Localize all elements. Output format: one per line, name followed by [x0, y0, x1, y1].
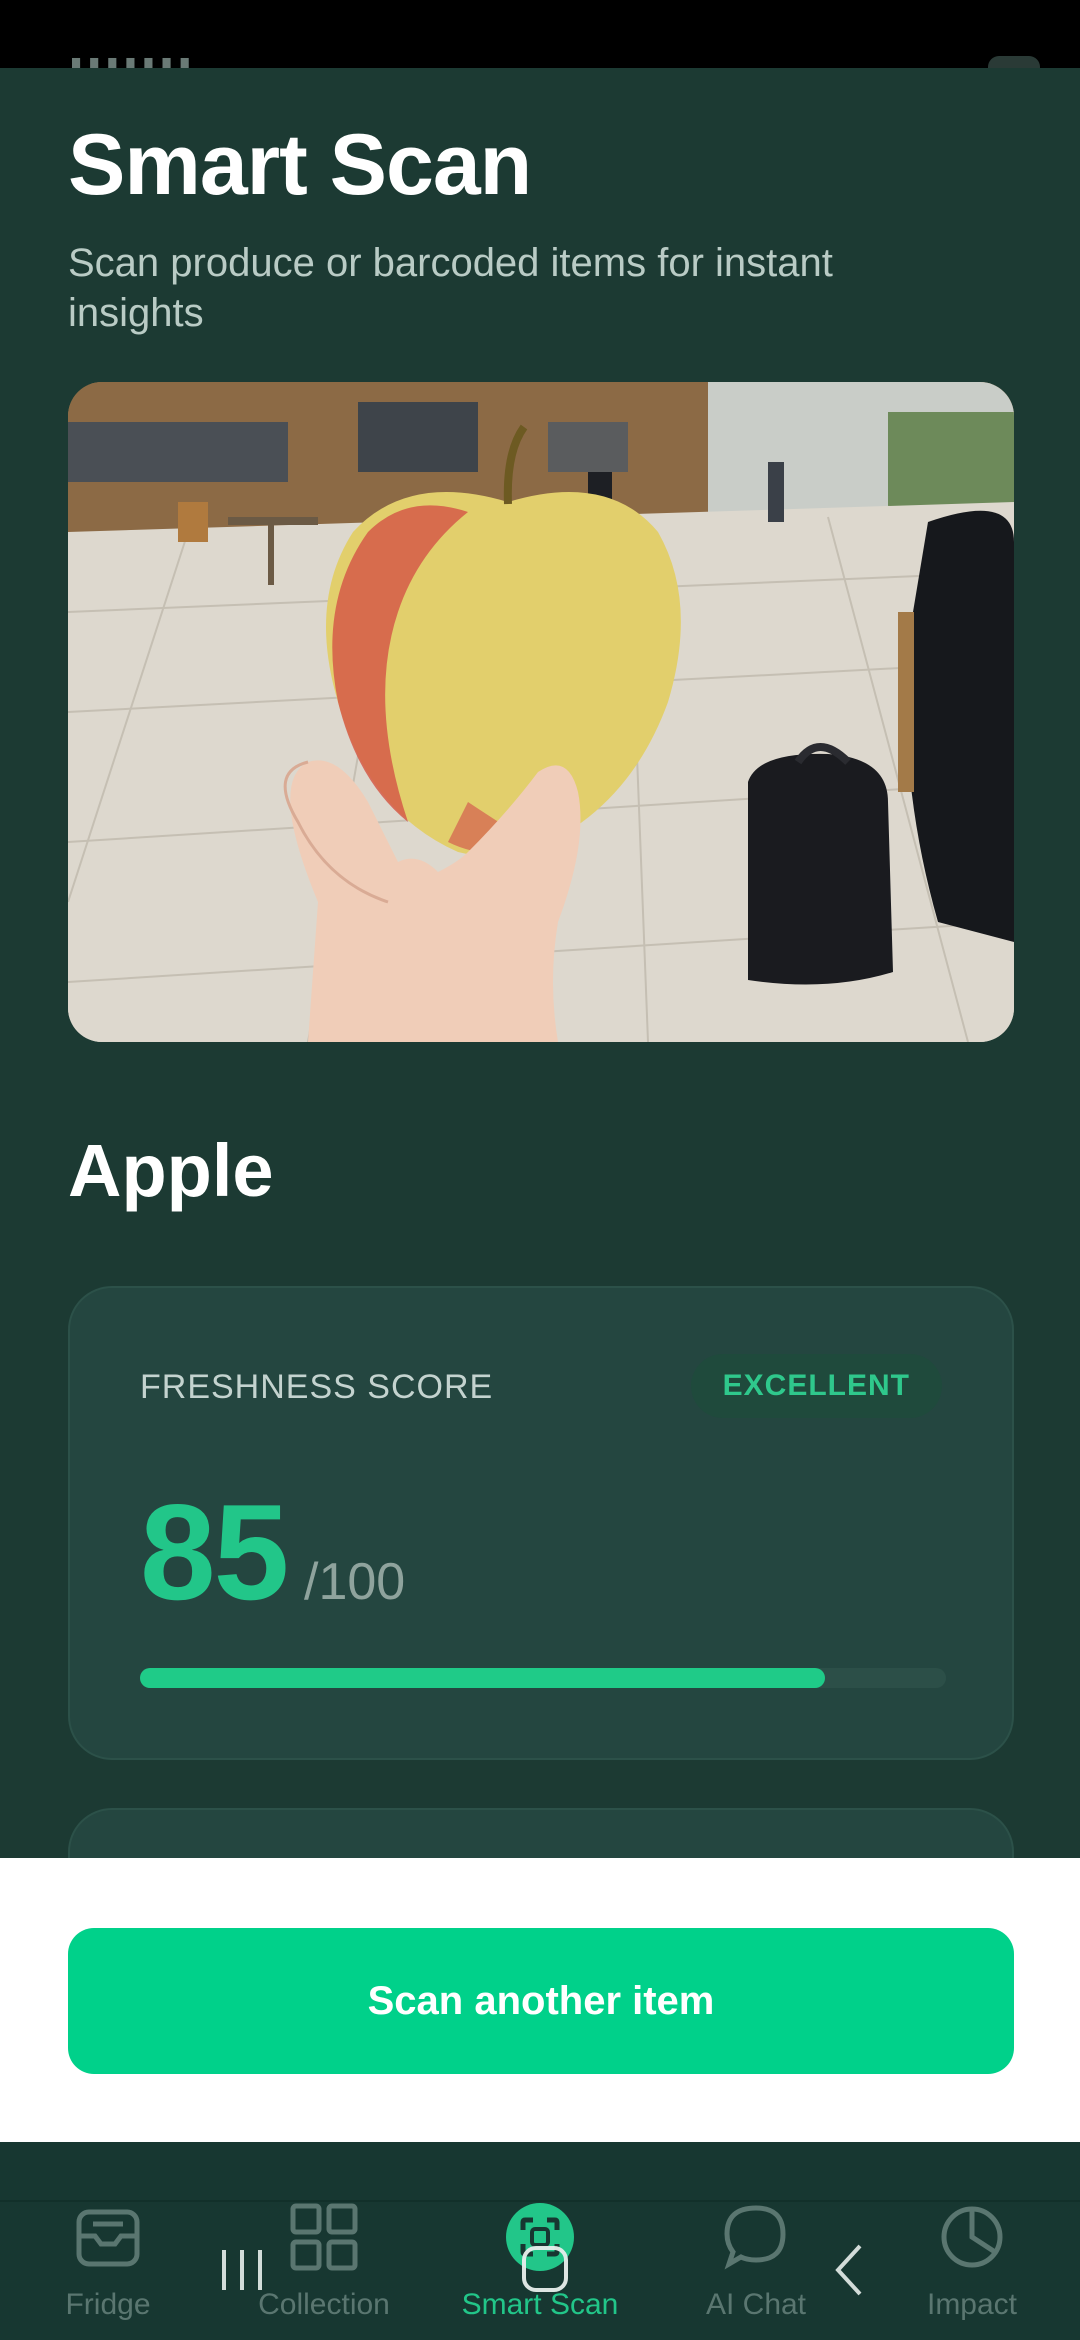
nav-label-smart-scan: Smart Scan — [461, 2288, 619, 2321]
freshness-progress-fill — [140, 1668, 826, 1688]
scan-another-item-button[interactable]: Scan another item — [68, 1928, 1014, 2074]
nav-label-ai-chat: AI Chat — [705, 2288, 807, 2321]
nav-item-collection[interactable]: Collection — [224, 2200, 424, 2340]
scan-icon — [506, 2203, 574, 2271]
battery-icon — [988, 56, 1040, 68]
page-title: Smart Scan — [68, 117, 532, 213]
status-system-icons — [940, 54, 1040, 68]
grid-icon — [290, 2203, 358, 2271]
bottom-nav: Fridge Collection Smart Scan AI Chat Imp… — [0, 2200, 1080, 2340]
freshness-progress-track — [140, 1668, 946, 1688]
nav-item-fridge[interactable]: Fridge — [8, 2200, 208, 2340]
nav-label-fridge: Fridge — [65, 2288, 151, 2321]
nav-item-smart-scan[interactable]: Smart Scan — [440, 2200, 640, 2340]
apple-photo-illustration — [68, 382, 1014, 1042]
scanned-item-photo — [68, 382, 1014, 1042]
smart-scan-page: Smart Scan Scan produce or barcoded item… — [0, 68, 1080, 1928]
chat-bubble-icon — [724, 2205, 786, 2270]
freshness-status-badge: EXCELLENT — [690, 1354, 942, 1418]
nav-item-ai-chat[interactable]: AI Chat — [656, 2200, 856, 2340]
nav-label-collection: Collection — [258, 2288, 390, 2321]
scanned-item-name: Apple — [68, 1129, 274, 1212]
status-notification-icons: ▮▮▮▮▮▮▮ — [70, 52, 197, 68]
nav-label-impact: Impact — [926, 2288, 1018, 2321]
action-sheet: Scan another item — [0, 1858, 1080, 2142]
freshness-score-max: /100 — [304, 1553, 406, 1611]
fridge-tray-icon — [76, 2209, 140, 2267]
page-subtitle: Scan produce or barcoded items for insta… — [68, 241, 833, 335]
freshness-score-card: FRESHNESS SCORE EXCELLENT 85 /100 — [68, 1286, 1014, 1760]
pie-chart-icon — [941, 2206, 1003, 2268]
nav-item-impact[interactable]: Impact — [872, 2200, 1072, 2340]
status-bar: ▮▮▮▮▮▮▮ — [0, 0, 1080, 68]
freshness-score-label: FRESHNESS SCORE — [140, 1368, 494, 1406]
freshness-score-value: 85 — [140, 1476, 289, 1628]
